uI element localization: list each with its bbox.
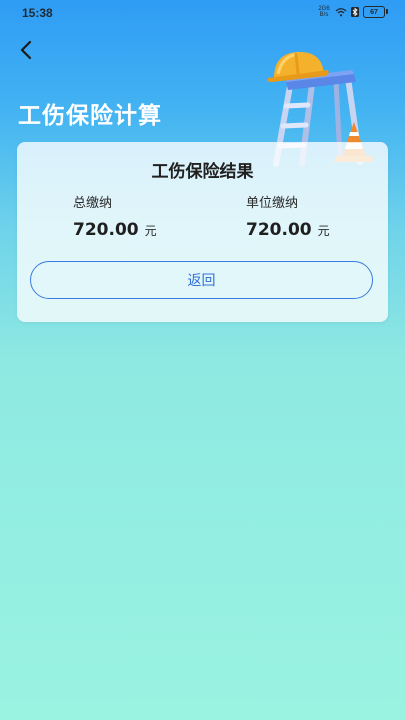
employer-payment-label: 单位缴纳 (246, 196, 299, 211)
wifi-icon (335, 8, 347, 17)
employer-payment-unit: 元 (317, 224, 330, 238)
total-payment-unit: 元 (144, 224, 157, 238)
total-payment: 总缴纳 720.00 元 (73, 192, 157, 240)
status-time: 15:38 (22, 6, 53, 20)
back-button[interactable] (12, 36, 40, 64)
employer-payment-value: 720.00 (246, 220, 312, 240)
employer-payment: 单位缴纳 720.00 元 (246, 192, 330, 240)
network-speed: B/s (319, 12, 329, 18)
page-title: 工伤保险计算 (18, 103, 162, 129)
bluetooth-icon (351, 7, 359, 17)
total-payment-label: 总缴纳 (73, 196, 113, 211)
status-icons: 2G6 B/s 67 (317, 6, 388, 18)
return-button[interactable]: 返回 (30, 261, 373, 299)
network-speed-indicator: 2G6 B/s (317, 6, 331, 18)
status-bar: 15:38 2G6 B/s 67 (0, 0, 405, 28)
result-card: 工伤保险结果 总缴纳 720.00 元 单位缴纳 720.00 元 返回 (17, 142, 388, 322)
battery-icon: 67 (363, 6, 388, 18)
employer-payment-amount: 720.00 元 (246, 220, 330, 240)
result-title: 工伤保险结果 (151, 162, 254, 182)
total-payment-value: 720.00 (73, 220, 139, 240)
chevron-left-icon (20, 40, 32, 60)
total-payment-amount: 720.00 元 (73, 220, 157, 240)
